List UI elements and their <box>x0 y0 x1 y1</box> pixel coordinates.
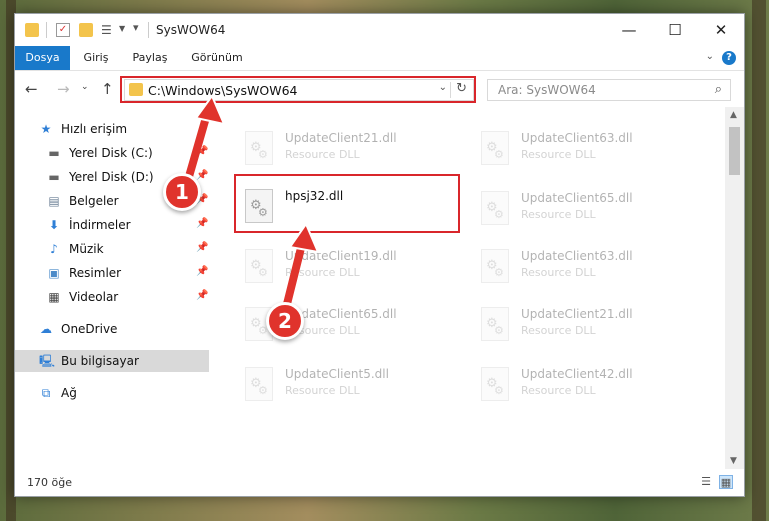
documents-icon: ▤ <box>48 194 60 208</box>
tab-dosya[interactable]: Dosya <box>15 46 70 70</box>
title-bar: ✓ ☰ ▼ ▾ SysWOW64 — ☐ ✕ <box>15 14 744 46</box>
up-arrow-icon[interactable]: ↑ <box>101 80 114 98</box>
customize-toolbar-icon[interactable]: ☰ <box>101 23 115 37</box>
dll-file-icon: ⚙ ⚙ <box>481 191 509 225</box>
tab-paylas[interactable]: Paylaş <box>121 46 179 70</box>
pin-icon[interactable]: 📌 <box>196 266 208 277</box>
computer-icon: 🖳 <box>39 354 56 368</box>
address-highlight-box <box>120 76 476 103</box>
folder-icon <box>25 23 39 37</box>
chevron-down-icon[interactable]: ▼ <box>119 24 125 33</box>
close-button[interactable]: ✕ <box>698 14 744 46</box>
forward-arrow-icon[interactable]: → <box>57 80 70 98</box>
dll-file-icon: ⚙ ⚙ <box>481 131 509 165</box>
network-icon: ⧉ <box>41 386 51 400</box>
search-box[interactable]: Ara: SysWOW64 ⌕ <box>487 79 731 101</box>
window-title: SysWOW64 <box>156 23 226 37</box>
help-icon[interactable]: ? <box>722 51 736 65</box>
pin-icon[interactable]: 📌 <box>196 290 208 301</box>
file-item[interactable]: ⚙ ⚙ UpdateClient19.dll Resource DLL <box>237 245 467 293</box>
search-input[interactable]: Ara: SysWOW64 <box>498 83 596 97</box>
file-item[interactable]: ⚙ ⚙ UpdateClient42.dll Resource DLL <box>473 363 703 411</box>
file-list: ⚙ ⚙ UpdateClient21.dll Resource DLL ⚙ ⚙ hp… <box>211 107 725 467</box>
tab-gorunum[interactable]: Görünüm <box>181 46 253 70</box>
cloud-icon: ☁ <box>40 322 52 336</box>
dll-file-icon: ⚙ ⚙ <box>245 249 273 283</box>
scroll-up-icon[interactable]: ▲ <box>730 110 737 120</box>
videos-icon: ▦ <box>48 290 60 304</box>
sidebar-item-music[interactable]: ♪ Müzik 📌 <box>15 238 209 260</box>
quick-access-dropdown-icon[interactable]: ▾ <box>133 21 139 34</box>
dll-file-icon: ⚙ ⚙ <box>245 367 273 401</box>
scroll-thumb[interactable] <box>729 127 740 175</box>
sidebar-item-downloads[interactable]: ⬇ İndirmeler 📌 <box>15 214 209 236</box>
expand-ribbon-icon[interactable]: ⌄ <box>706 51 714 62</box>
sidebar-item-videos[interactable]: ▦ Videolar 📌 <box>15 286 209 308</box>
file-item[interactable]: ⚙ ⚙ UpdateClient63.dll Resource DLL <box>473 245 703 293</box>
file-item[interactable]: ⚙ ⚙ UpdateClient63.dll Resource DLL <box>473 127 703 175</box>
sidebar-item-this-pc[interactable]: 🖳 Bu bilgisayar <box>15 350 209 372</box>
sidebar-item-onedrive[interactable]: ☁ OneDrive <box>15 318 209 340</box>
file-highlight-box <box>234 174 460 233</box>
drive-icon: ▬ <box>48 170 60 184</box>
item-count: 170 öğe <box>27 476 72 489</box>
details-view-icon[interactable]: ☰ <box>699 475 713 489</box>
sidebar-item-quick-access[interactable]: ★ Hızlı erişim <box>15 118 209 140</box>
status-bar: 170 öğe ☰ ▦ <box>15 470 744 496</box>
pin-icon[interactable]: 📌 <box>196 146 208 157</box>
pin-icon[interactable]: 📌 <box>196 170 208 181</box>
dll-file-icon: ⚙ ⚙ <box>481 249 509 283</box>
back-arrow-icon[interactable]: ← <box>25 80 38 98</box>
vertical-scrollbar[interactable]: ▲ ▼ <box>725 107 744 469</box>
ribbon: Dosya Giriş Paylaş Görünüm ⌄ ? <box>15 46 744 71</box>
pin-icon[interactable]: 📌 <box>196 242 208 253</box>
file-item[interactable]: ⚙ ⚙ UpdateClient65.dll Resource DLL <box>473 187 703 235</box>
download-icon: ⬇ <box>48 218 60 232</box>
star-icon: ★ <box>40 122 52 136</box>
tab-giris[interactable]: Giriş <box>73 46 119 70</box>
file-item[interactable]: ⚙ ⚙ UpdateClient21.dll Resource DLL <box>237 127 467 175</box>
file-item[interactable]: ⚙ ⚙ UpdateClient5.dll Resource DLL <box>237 363 467 411</box>
dll-file-icon: ⚙ ⚙ <box>245 131 273 165</box>
dll-file-icon: ⚙ ⚙ <box>481 307 509 341</box>
sidebar-item-network[interactable]: ⧉ Ağ <box>15 382 209 404</box>
divider <box>46 22 47 38</box>
recent-locations-icon[interactable]: ⌄ <box>81 82 89 92</box>
search-icon[interactable]: ⌕ <box>715 82 722 97</box>
properties-icon[interactable]: ✓ <box>56 23 70 37</box>
music-icon: ♪ <box>50 242 58 256</box>
navigation-pane: ★ Hızlı erişim ▬ Yerel Disk (C:) 📌 ▬ Yer… <box>15 107 209 467</box>
callout-1: 1 <box>163 173 201 211</box>
pin-icon[interactable]: 📌 <box>196 218 208 229</box>
divider <box>148 22 149 38</box>
dll-file-icon: ⚙ ⚙ <box>481 367 509 401</box>
scroll-down-icon[interactable]: ▼ <box>730 456 737 466</box>
minimize-button[interactable]: — <box>606 14 652 46</box>
new-folder-icon[interactable] <box>79 23 93 37</box>
callout-2: 2 <box>266 302 304 340</box>
pictures-icon: ▣ <box>48 266 60 280</box>
file-item[interactable]: ⚙ ⚙ UpdateClient21.dll Resource DLL <box>473 303 703 351</box>
tiles-view-icon[interactable]: ▦ <box>719 475 733 489</box>
sidebar-item-pictures[interactable]: ▣ Resimler 📌 <box>15 262 209 284</box>
sidebar-item-disk-c[interactable]: ▬ Yerel Disk (C:) 📌 <box>15 142 209 164</box>
maximize-button[interactable]: ☐ <box>652 14 698 46</box>
drive-icon: ▬ <box>48 146 60 160</box>
